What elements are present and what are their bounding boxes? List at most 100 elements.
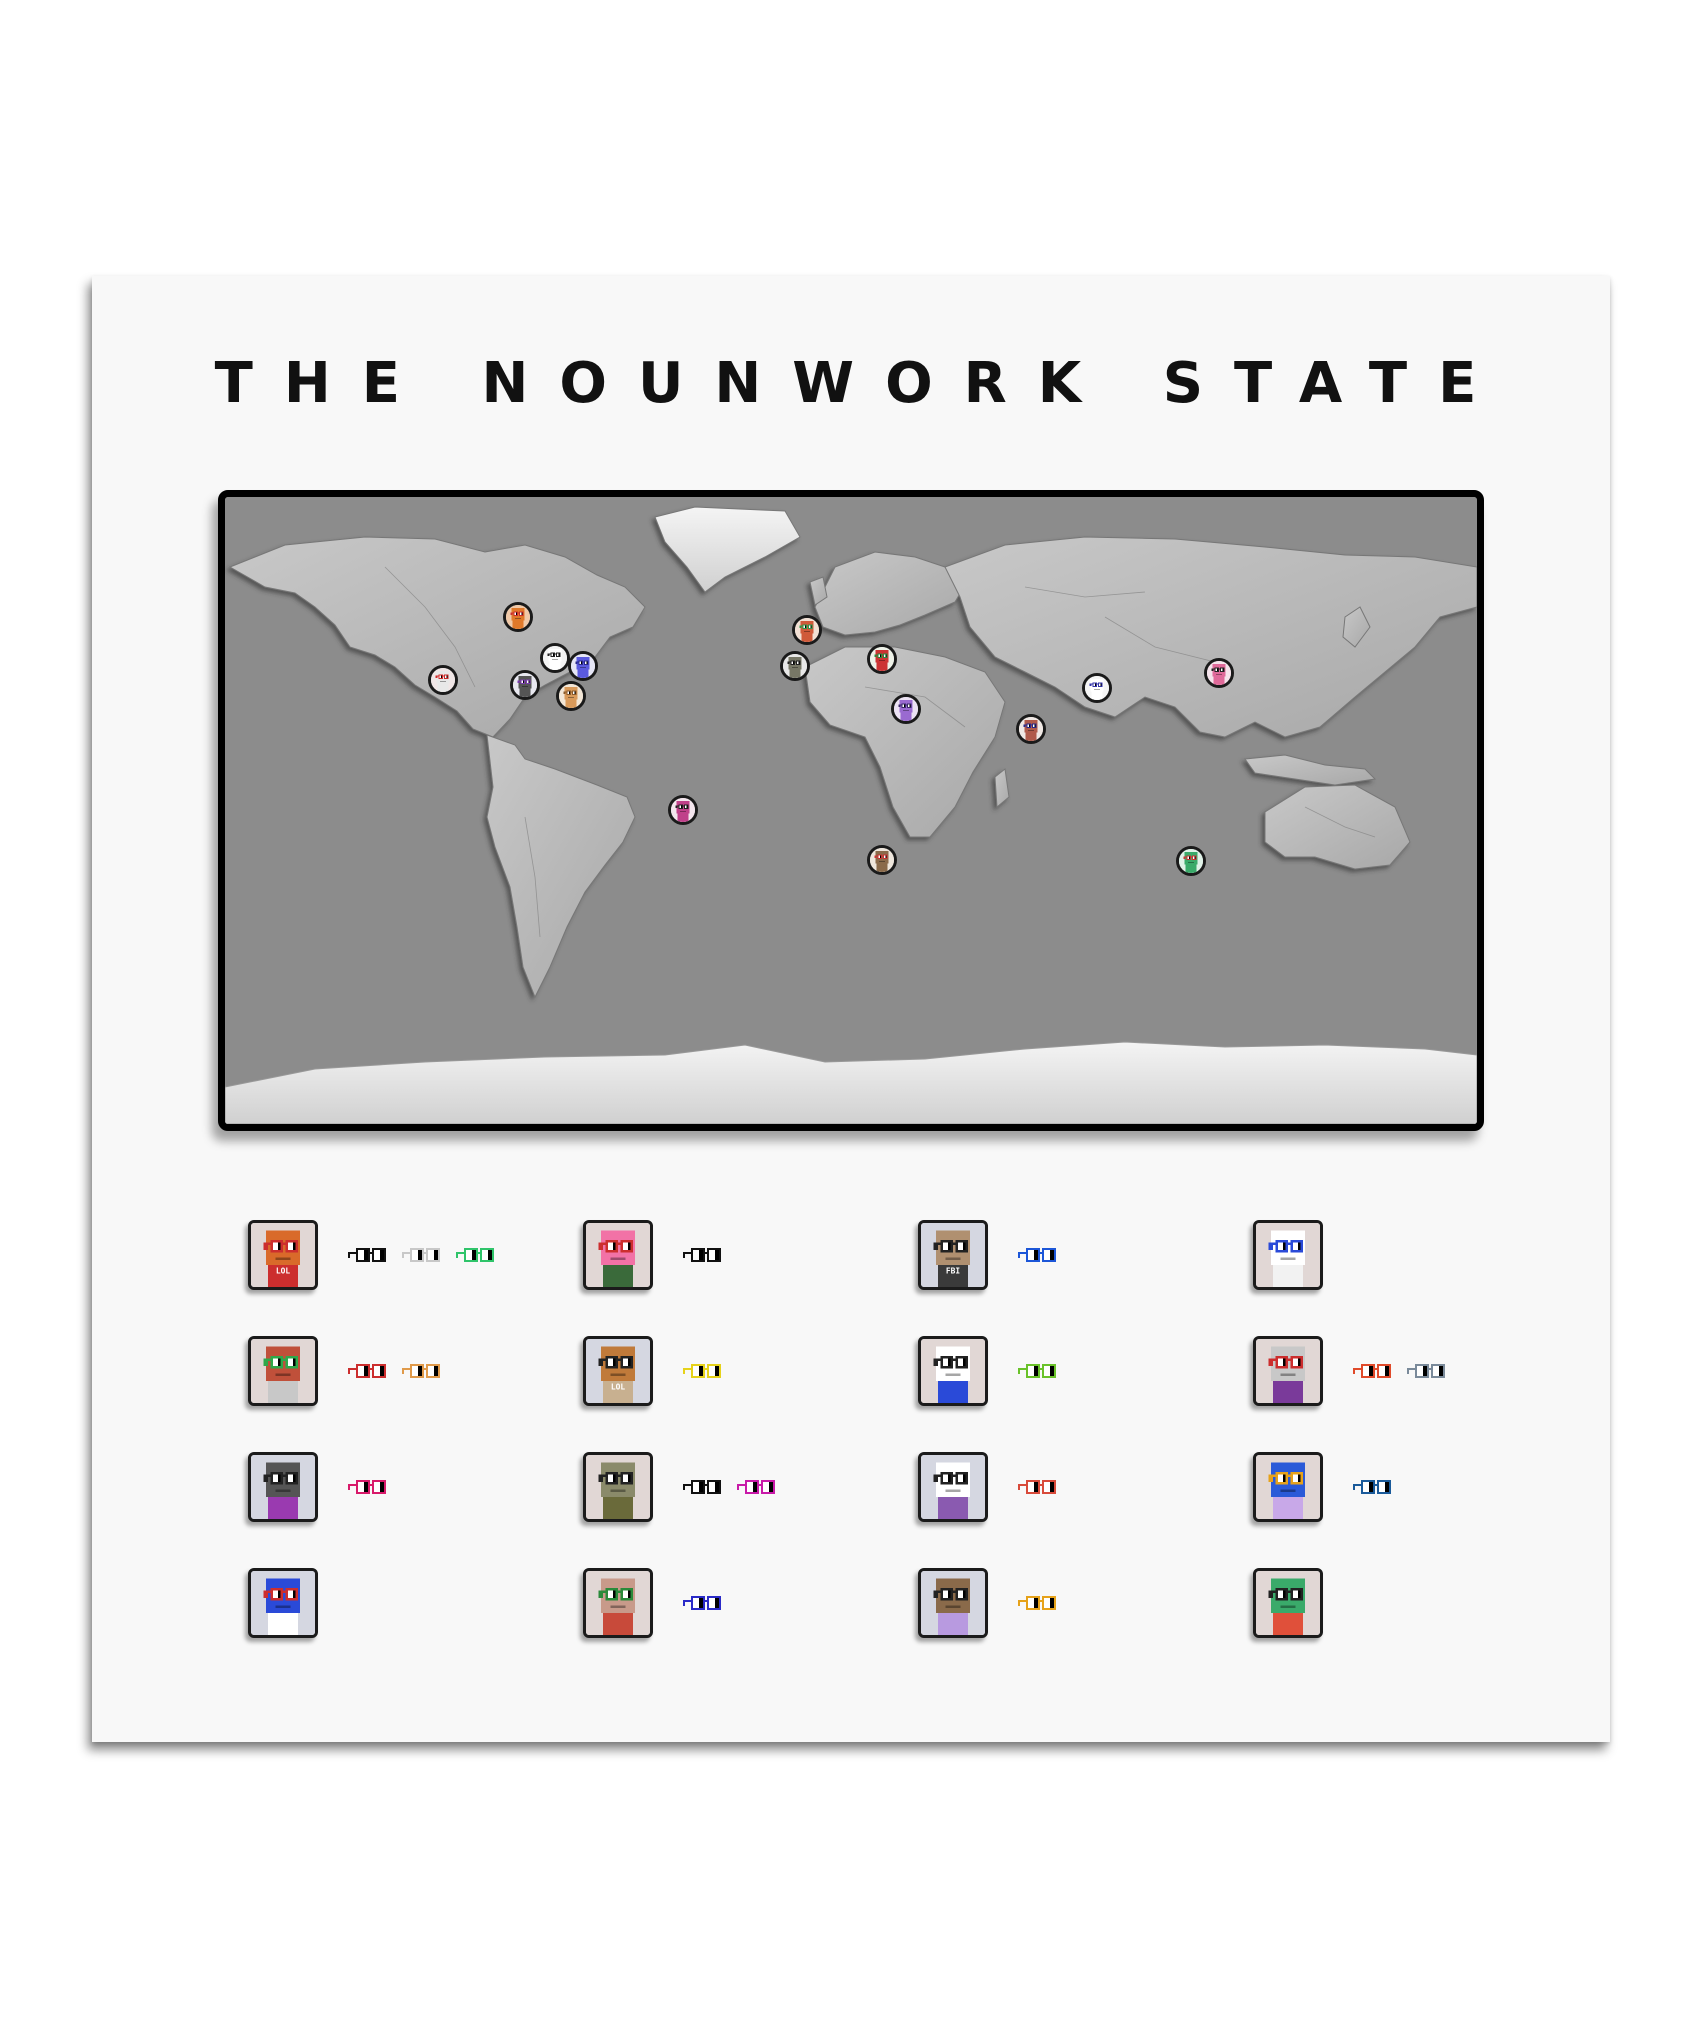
noun-entry (1253, 1220, 1573, 1290)
noggles-icon (1353, 1364, 1391, 1378)
pin-spain[interactable] (780, 651, 810, 681)
noun-entry (248, 1568, 568, 1638)
noun-rabbit-avatar[interactable] (583, 1568, 653, 1638)
noun-lol-hat-avatar[interactable]: LOL (583, 1336, 653, 1406)
pin-tibet[interactable] (1082, 673, 1112, 703)
noun-robot-avatar[interactable] (1253, 1336, 1323, 1406)
page-title: THE NOUNWORK STATE (214, 351, 1508, 416)
noun-grid: LOL FBI LOL (248, 1220, 1588, 1680)
noun-entry (1253, 1568, 1573, 1638)
noggles-icon (348, 1480, 386, 1494)
pin-great-lakes[interactable] (568, 651, 598, 681)
pin-avatar-icon (1179, 849, 1203, 873)
noun-panda-avatar[interactable] (918, 1452, 988, 1522)
noun-pink-squid-avatar[interactable] (583, 1220, 653, 1290)
noggles-icon (1353, 1480, 1391, 1494)
glasses-badges (1018, 1246, 1058, 1264)
noun-frog-avatar[interactable] (1253, 1568, 1323, 1638)
noun-entry (918, 1336, 1238, 1406)
noggles-icon (683, 1596, 721, 1610)
noggles-icon (683, 1364, 721, 1378)
pin-avatar-icon (1085, 676, 1109, 700)
glasses-badges (1018, 1362, 1058, 1380)
noun-entry (918, 1452, 1238, 1522)
pin-avatar-icon (783, 654, 807, 678)
noun-ship-avatar[interactable] (918, 1568, 988, 1638)
noggles-icon (683, 1248, 721, 1262)
pin-california[interactable] (428, 665, 458, 695)
noggles-icon (683, 1480, 721, 1494)
glasses-badges (683, 1594, 723, 1612)
pin-avatar-icon (1019, 717, 1043, 741)
pin-western-canada[interactable] (503, 602, 533, 632)
glasses-badges (1018, 1594, 1058, 1612)
pin-gulf[interactable] (556, 681, 586, 711)
pin-avatar-icon (571, 654, 595, 678)
noun-body-text: FBI (946, 1267, 960, 1276)
noggles-icon (348, 1248, 386, 1262)
pin-texas[interactable] (510, 670, 540, 700)
world-map (218, 490, 1484, 1131)
pin-india[interactable] (1016, 714, 1046, 744)
pin-avatar-icon (870, 647, 894, 671)
pin-avatar-icon (543, 646, 567, 670)
pin-avatar-icon (870, 848, 894, 872)
pin-brazil[interactable] (668, 795, 698, 825)
noun-entry (918, 1568, 1238, 1638)
pin-uk[interactable] (792, 615, 822, 645)
noun-entry (583, 1220, 903, 1290)
noun-entry: FBI (918, 1220, 1238, 1290)
noun-wizard-avatar[interactable] (248, 1568, 318, 1638)
pin-south-africa[interactable] (867, 845, 897, 875)
glasses-badges (1353, 1362, 1447, 1380)
noun-entry (248, 1336, 568, 1406)
glasses-badges (683, 1246, 723, 1264)
poster: THE NOUNWORK STATE LOL FBI LOL (92, 276, 1610, 1742)
noun-entry (1253, 1336, 1573, 1406)
pin-avatar-icon (513, 673, 537, 697)
pin-avatar-icon (1207, 661, 1231, 685)
glasses-badges (348, 1246, 496, 1264)
noun-entry (1253, 1452, 1573, 1522)
noun-body-text: LOL (611, 1383, 625, 1392)
pin-australia[interactable] (1176, 846, 1206, 876)
glasses-badges (683, 1362, 723, 1380)
pin-japan[interactable] (1204, 658, 1234, 688)
noun-entry (248, 1452, 568, 1522)
noun-bunny-avatar[interactable] (583, 1452, 653, 1522)
pin-avatar-icon (559, 684, 583, 708)
pin-avatar-icon (894, 697, 918, 721)
noggles-icon (402, 1248, 440, 1262)
pin-avatar-icon (795, 618, 819, 642)
pin-balkans[interactable] (867, 644, 897, 674)
noggles-icon (737, 1480, 775, 1494)
noun-brick-avatar[interactable] (248, 1336, 318, 1406)
noun-fox-fbi-avatar[interactable]: FBI (918, 1220, 988, 1290)
noun-entry (583, 1568, 903, 1638)
noggles-icon (402, 1364, 440, 1378)
world-map-image (225, 497, 1477, 1124)
glasses-badges (683, 1478, 777, 1496)
noun-lol-fire-avatar[interactable]: LOL (248, 1220, 318, 1290)
noggles-icon (456, 1248, 494, 1262)
pin-rockies-panda[interactable] (540, 643, 570, 673)
glasses-badges (1018, 1478, 1058, 1496)
noun-entry: LOL (583, 1336, 903, 1406)
glasses-badges (348, 1478, 388, 1496)
noggles-icon (1018, 1248, 1056, 1262)
pin-egypt[interactable] (891, 694, 921, 724)
noun-entry: LOL (248, 1220, 568, 1290)
pin-avatar-icon (506, 605, 530, 629)
noggles-icon (1407, 1364, 1445, 1378)
noun-helmet-avatar[interactable] (248, 1452, 318, 1522)
noun-duck-avatar[interactable] (1253, 1220, 1323, 1290)
noggles-icon (1018, 1364, 1056, 1378)
noun-computer-avatar[interactable] (1253, 1452, 1323, 1522)
noun-entry (583, 1452, 903, 1522)
noun-chicken-avatar[interactable] (918, 1336, 988, 1406)
pin-avatar-icon (431, 668, 455, 692)
glasses-badges (348, 1362, 442, 1380)
noun-body-text: LOL (276, 1267, 290, 1276)
pin-avatar-icon (671, 798, 695, 822)
noggles-icon (1018, 1596, 1056, 1610)
